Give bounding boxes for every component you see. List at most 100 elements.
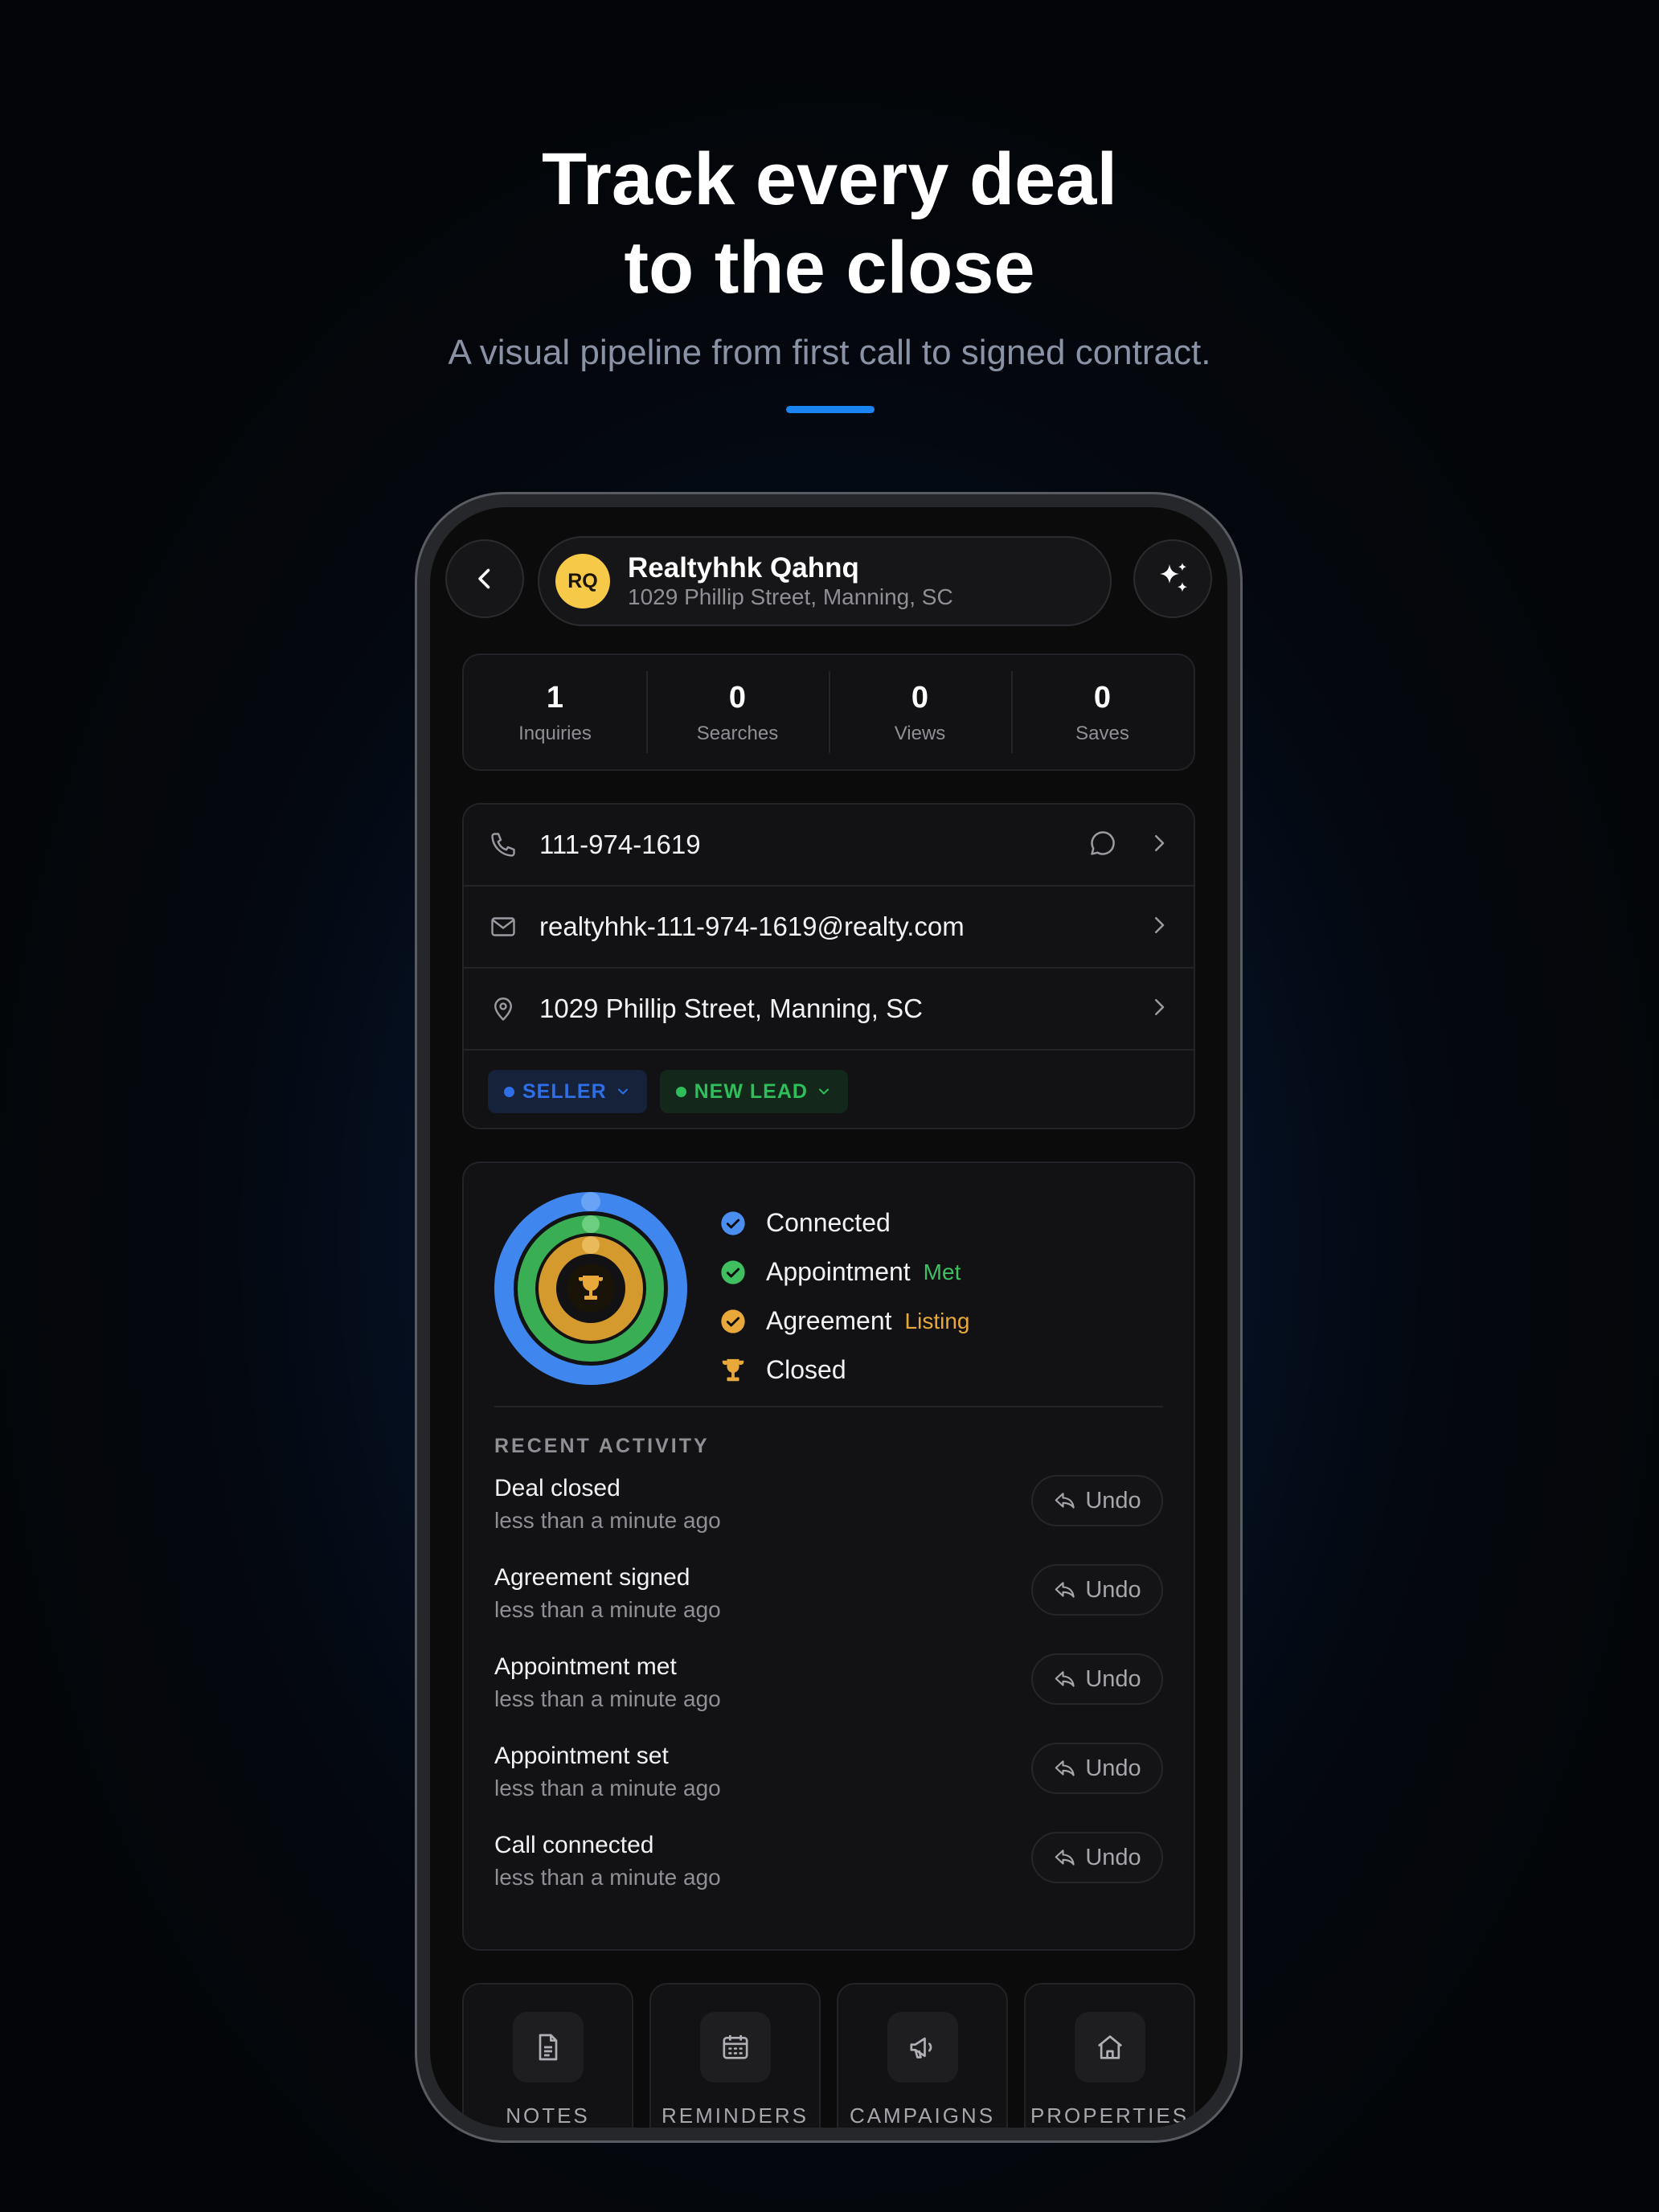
undo-label: Undo (1085, 1665, 1141, 1692)
stats-card: 1 Inquiries 0 Searches 0 Views 0 Saves (462, 653, 1195, 771)
activity-title: Appointment set (494, 1743, 669, 1769)
stage-agreement: Agreement Listing (719, 1296, 969, 1346)
undo-label: Undo (1085, 1576, 1141, 1603)
tile-label: REMINDERS (661, 2103, 809, 2128)
stat-inquiries[interactable]: 1 Inquiries (464, 655, 646, 769)
tile-campaigns[interactable]: CAMPAIGNS (837, 1983, 1008, 2128)
undo-label: Undo (1085, 1755, 1141, 1781)
stat-searches[interactable]: 0 Searches (646, 655, 829, 769)
stage-sublabel: Listing (904, 1308, 970, 1333)
street-address: 1029 Phillip Street, Manning, SC (539, 993, 923, 1023)
hero-title: Track every deal to the close (0, 135, 1659, 312)
back-button[interactable] (445, 539, 524, 618)
ai-assist-button[interactable] (1133, 539, 1212, 618)
activity-time: less than a minute ago (494, 1686, 721, 1711)
tile-properties[interactable]: PROPERTIES (1024, 1983, 1195, 2128)
status-dot (675, 1086, 686, 1097)
email-row-actions (1147, 913, 1171, 941)
lead-status-label: NEW LEAD (694, 1079, 808, 1103)
calendar-icon (699, 2012, 771, 2083)
tile-label: NOTES (506, 2103, 590, 2128)
undo-icon (1055, 1582, 1075, 1598)
contact-info-card: 111-974-1619 realtyhhk-111-974-1619@real… (462, 803, 1195, 1129)
tile-label: PROPERTIES (1030, 2103, 1190, 2128)
message-icon[interactable] (1088, 828, 1118, 862)
tile-notes[interactable]: NOTES (462, 1983, 633, 2128)
undo-label: Undo (1085, 1844, 1141, 1870)
list-item: Deal closed less than a minute ago Undo (494, 1473, 1163, 1563)
chevron-right-icon (1147, 831, 1171, 859)
stat-label: Saves (1075, 723, 1129, 744)
phone-frame: RQ Realtyhhk Qahnq 1029 Phillip Street, … (415, 492, 1243, 2143)
undo-button[interactable]: Undo (1031, 1653, 1163, 1705)
stat-value: 0 (1093, 681, 1112, 715)
email-row[interactable]: realtyhhk-111-974-1619@realty.com (464, 887, 1194, 969)
seller-tag-label: SELLER (522, 1079, 607, 1103)
stage-sublabel: Met (923, 1259, 961, 1284)
stat-label: Searches (696, 723, 779, 744)
undo-button[interactable]: Undo (1031, 1475, 1163, 1526)
avatar: RQ (555, 554, 610, 608)
tile-reminders[interactable]: REMINDERS (649, 1983, 821, 2128)
list-item: Appointment met less than a minute ago U… (494, 1652, 1163, 1741)
contact-header[interactable]: RQ Realtyhhk Qahnq 1029 Phillip Street, … (538, 536, 1112, 626)
activity-text: Appointment met less than a minute ago (494, 1652, 721, 1713)
undo-label: Undo (1085, 1487, 1141, 1514)
undo-icon (1055, 1671, 1075, 1687)
phone-screen: RQ Realtyhhk Qahnq 1029 Phillip Street, … (430, 507, 1227, 2128)
list-item: Call connected less than a minute ago Un… (494, 1830, 1163, 1919)
activity-time: less than a minute ago (494, 1865, 721, 1890)
hero-title-line-2: to the close (624, 227, 1035, 309)
list-item: Appointment set less than a minute ago U… (494, 1741, 1163, 1830)
activity-title: Deal closed (494, 1475, 621, 1501)
mail-icon (488, 911, 518, 942)
activity-title: Appointment met (494, 1653, 677, 1680)
lead-status-dropdown[interactable]: NEW LEAD (659, 1070, 848, 1113)
undo-button[interactable]: Undo (1031, 1564, 1163, 1616)
stage-label: Appointment (766, 1257, 911, 1286)
connected-ring-tip (581, 1192, 600, 1211)
undo-button[interactable]: Undo (1031, 1743, 1163, 1794)
undo-icon (1055, 1849, 1075, 1866)
trophy-icon (719, 1357, 747, 1384)
stat-value: 1 (546, 681, 564, 715)
undo-icon (1055, 1760, 1075, 1776)
pipeline-card: Connected Appointment Met Agreement List… (462, 1161, 1195, 1951)
email-address: realtyhhk-111-974-1619@realty.com (539, 911, 965, 941)
stage-label: Closed (766, 1355, 846, 1384)
stat-value: 0 (728, 681, 747, 715)
stage-appointment: Appointment Met (719, 1247, 969, 1296)
tag-row: SELLER NEW LEAD (464, 1051, 1194, 1113)
activity-time: less than a minute ago (494, 1776, 721, 1800)
address-row[interactable]: 1029 Phillip Street, Manning, SC (464, 969, 1194, 1051)
hero-subtitle: A visual pipeline from first call to sig… (448, 333, 1211, 372)
appointment-ring-tip (582, 1215, 600, 1233)
seller-tag-dropdown[interactable]: SELLER (488, 1070, 647, 1113)
agreement-ring-tip (582, 1236, 600, 1254)
stat-value: 0 (911, 681, 929, 715)
pipeline-stages: Connected Appointment Met Agreement List… (719, 1198, 969, 1395)
stat-views[interactable]: 0 Views (829, 655, 1011, 769)
check-circle-icon (719, 1308, 747, 1335)
hero-title-line-1: Track every deal (541, 138, 1118, 220)
sparkles-icon (1160, 563, 1188, 592)
stat-saves[interactable]: 0 Saves (1011, 655, 1194, 769)
location-pin-icon (488, 993, 518, 1024)
activity-text: Agreement signed less than a minute ago (494, 1563, 721, 1624)
check-circle-icon (719, 1210, 747, 1237)
pipeline-rings (494, 1192, 687, 1385)
stage-closed: Closed (719, 1346, 969, 1395)
stage-label: Agreement (766, 1306, 892, 1335)
phone-row[interactable]: 111-974-1619 (464, 805, 1194, 887)
chevron-down-icon (617, 1088, 628, 1095)
undo-icon (1055, 1493, 1075, 1509)
chevron-down-icon (818, 1088, 829, 1095)
activity-time: less than a minute ago (494, 1508, 721, 1533)
contact-address: 1029 Phillip Street, Manning, SC (628, 584, 953, 609)
undo-button[interactable]: Undo (1031, 1832, 1163, 1883)
shortcut-tiles: NOTES REMINDERS CAMPAIGNS PROPERTIES (462, 1983, 1195, 2128)
stage-connected: Connected (719, 1198, 969, 1247)
address-row-actions (1147, 995, 1171, 1023)
tile-label: CAMPAIGNS (849, 2103, 996, 2128)
status-dot (504, 1086, 514, 1097)
